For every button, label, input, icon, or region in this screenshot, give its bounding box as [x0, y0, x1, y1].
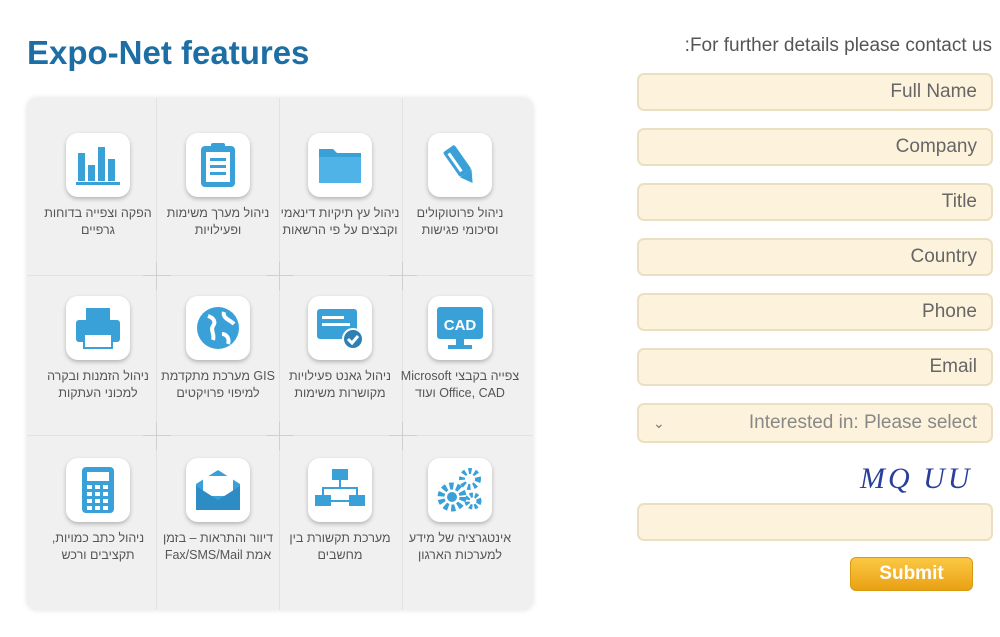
- feature-item[interactable]: ניהול מערך משימות ופעילויות: [158, 133, 278, 239]
- page-title: Expo-Net features: [27, 34, 310, 71]
- title-input[interactable]: [637, 183, 993, 221]
- feature-item[interactable]: ניהול פרוטוקולים וסיכומי פגישות: [400, 133, 520, 239]
- envelope-icon: [186, 458, 250, 522]
- feature-item[interactable]: מערכת תקשורת בין מחשבים: [280, 458, 400, 564]
- captcha-image: MQ UU: [860, 462, 973, 495]
- feature-label: אינטגרציה של מידע למערכות הארגון: [408, 531, 512, 562]
- phone-input[interactable]: [637, 293, 993, 331]
- feature-label: ניהול מערך משימות ופעילויות: [166, 206, 270, 237]
- feature-item[interactable]: ניהול עץ תיקיות דינאמי וקבצים על פי הרשא…: [280, 133, 400, 239]
- select-value: Interested in: Please select: [748, 412, 977, 433]
- folder-icon: [308, 133, 372, 197]
- feature-label: ניהול כתב כמויות, תקציבים ורכש: [51, 531, 145, 562]
- chevron-down-icon: ⌄: [653, 414, 665, 431]
- email-input[interactable]: [637, 348, 993, 386]
- feature-item[interactable]: ניהול גאנט פעילויות מקושרות משימות: [280, 296, 400, 402]
- country-input[interactable]: [637, 238, 993, 276]
- company-input[interactable]: [637, 128, 993, 166]
- feature-label: ניהול גאנט פעילויות מקושרות משימות: [289, 369, 391, 400]
- svg-text:CAD: CAD: [444, 317, 477, 334]
- feature-label: ניהול עץ תיקיות דינאמי וקבצים על פי הרשא…: [280, 206, 400, 237]
- feature-item[interactable]: CAD צפייה בקבצי Microsoft Office, CAD ועו…: [400, 296, 520, 402]
- feature-label: צפייה בקבצי Microsoft Office, CAD ועוד: [400, 369, 520, 400]
- globe-icon: [186, 296, 250, 360]
- feature-item[interactable]: GIS מערכת מתקדמת למיפוי פרויקטים: [158, 296, 278, 402]
- feature-item[interactable]: דיוור והתראות – בזמן אמת Fax/SMS/Mail: [158, 458, 278, 564]
- feature-label: ניהול הזמנות ובקרה למכוני העתקות: [47, 369, 149, 400]
- captcha-input[interactable]: [637, 503, 993, 541]
- pencil-icon: [428, 133, 492, 197]
- gantt-check-icon: [308, 296, 372, 360]
- feature-label: הפקה וצפייה בדוחות גרפיים: [44, 206, 152, 237]
- calculator-icon: [66, 458, 130, 522]
- gears-icon: [428, 458, 492, 522]
- contact-heading: :For further details please contact us: [684, 35, 992, 56]
- full-name-input[interactable]: [637, 73, 993, 111]
- feature-label: GIS מערכת מתקדמת למיפוי פרויקטים: [161, 369, 275, 400]
- submit-button[interactable]: Submit: [850, 557, 973, 591]
- network-icon: [308, 458, 372, 522]
- bar-chart-icon: [66, 133, 130, 197]
- feature-item[interactable]: ניהול הזמנות ובקרה למכוני העתקות: [38, 296, 158, 402]
- feature-label: ניהול פרוטוקולים וסיכומי פגישות: [416, 206, 504, 237]
- cad-monitor-icon: CAD: [428, 296, 492, 360]
- interest-select[interactable]: ⌄ Interested in: Please select: [637, 403, 993, 443]
- feature-item[interactable]: אינטגרציה של מידע למערכות הארגון: [400, 458, 520, 564]
- feature-item[interactable]: הפקה וצפייה בדוחות גרפיים: [38, 133, 158, 239]
- feature-item[interactable]: ניהול כתב כמויות, תקציבים ורכש: [38, 458, 158, 564]
- feature-label: דיוור והתראות – בזמן אמת Fax/SMS/Mail: [162, 531, 274, 562]
- clipboard-icon: [186, 133, 250, 197]
- feature-label: מערכת תקשורת בין מחשבים: [289, 531, 391, 562]
- printer-icon: [66, 296, 130, 360]
